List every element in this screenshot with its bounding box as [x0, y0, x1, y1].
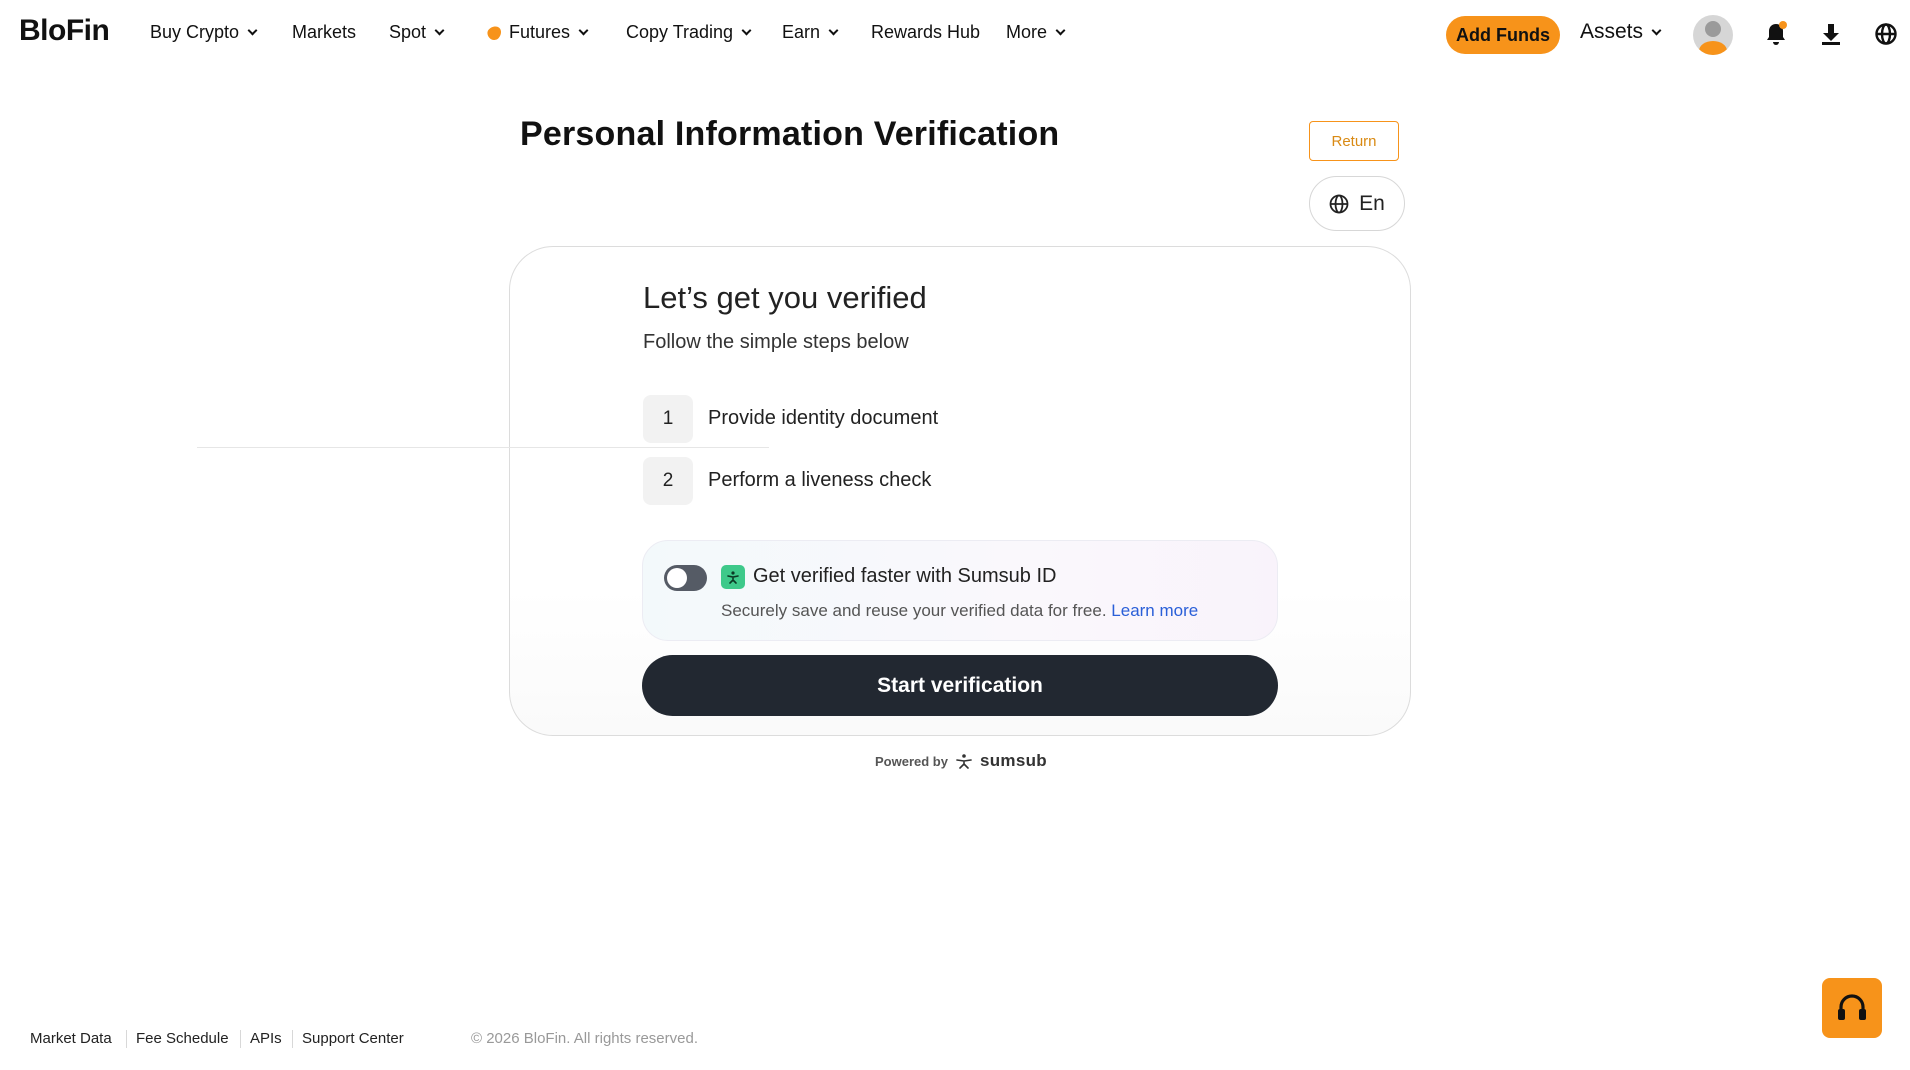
top-navigation-bar: BloFin Buy Crypto Markets Spot Futures C…	[0, 0, 1910, 66]
sumsub-id-description-text: Securely save and reuse your verified da…	[721, 601, 1107, 620]
nav-label: More	[1006, 22, 1048, 42]
sumsub-id-toggle[interactable]	[664, 565, 707, 591]
chevron-down-icon	[828, 25, 839, 36]
step-number: 2	[643, 457, 693, 505]
chevron-down-icon	[578, 25, 589, 36]
return-button[interactable]: Return	[1309, 121, 1399, 161]
nav-more[interactable]: More	[1006, 22, 1066, 43]
footer-link-apis[interactable]: APIs	[250, 1030, 282, 1047]
verification-subheading: Follow the simple steps below	[643, 331, 909, 353]
chevron-down-icon	[1651, 25, 1662, 35]
globe-icon	[1329, 194, 1349, 213]
sumsub-id-description: Securely save and reuse your verified da…	[721, 601, 1198, 621]
footer-divider	[240, 1030, 241, 1048]
chevron-down-icon	[1055, 25, 1066, 36]
step-item: 2 Perform a liveness check	[643, 457, 1279, 507]
page-title: Personal Information Verification	[520, 115, 1060, 153]
footer-link-support-center[interactable]: Support Center	[302, 1030, 404, 1047]
chevron-down-icon	[247, 25, 258, 36]
nav-earn[interactable]: Earn	[782, 22, 839, 43]
footer-link-market-data[interactable]: Market Data	[30, 1030, 112, 1047]
start-verification-button[interactable]: Start verification	[642, 655, 1278, 716]
nav-label: Spot	[389, 22, 427, 42]
sumsub-logo-icon	[956, 754, 972, 769]
powered-by-sumsub: Powered by sumsub	[875, 751, 1047, 771]
add-funds-button[interactable]: Add Funds	[1446, 16, 1560, 54]
nav-label: Copy Trading	[626, 22, 734, 42]
chevron-down-icon	[434, 25, 445, 36]
copyright-text: © 2026 BloFin. All rights reserved.	[471, 1030, 698, 1047]
nav-buy-crypto[interactable]: Buy Crypto	[150, 22, 258, 43]
customer-support-button[interactable]	[1822, 978, 1882, 1038]
nav-label: Rewards Hub	[871, 22, 981, 42]
learn-more-link[interactable]: Learn more	[1111, 601, 1198, 620]
globe-icon[interactable]	[1872, 20, 1900, 48]
footer-divider	[126, 1030, 127, 1048]
nav-rewards-hub[interactable]: Rewards Hub	[871, 22, 980, 43]
footer: Market Data Fee Schedule APIs Support Ce…	[0, 1024, 1910, 1054]
step-item: 1 Provide identity document	[643, 395, 1279, 445]
bell-icon[interactable]	[1762, 20, 1790, 48]
step-label: Perform a liveness check	[708, 469, 932, 491]
language-label: En	[1359, 191, 1385, 215]
assets-menu[interactable]: Assets	[1580, 20, 1662, 44]
assets-label: Assets	[1580, 20, 1644, 43]
powered-by-brand: sumsub	[979, 751, 1047, 770]
verification-card: Let’s get you verified Follow the simple…	[509, 246, 1411, 736]
nav-label: Futures	[509, 22, 571, 42]
avatar[interactable]	[1693, 15, 1733, 55]
fire-icon	[484, 22, 505, 43]
footer-divider	[292, 1030, 293, 1048]
nav-markets[interactable]: Markets	[292, 22, 356, 43]
nav-futures[interactable]: Futures	[484, 22, 589, 43]
step-label: Provide identity document	[708, 407, 939, 429]
nav-label: Markets	[292, 22, 357, 42]
download-icon[interactable]	[1817, 20, 1845, 48]
powered-by-label: Powered by	[875, 753, 948, 769]
nav-spot[interactable]: Spot	[389, 22, 445, 43]
nav-copy-trading[interactable]: Copy Trading	[626, 22, 752, 43]
avatar-body-shape	[1699, 41, 1727, 55]
avatar-head-shape	[1705, 21, 1721, 37]
language-selector[interactable]: En	[1309, 176, 1405, 231]
sumsub-id-title: Get verified faster with Sumsub ID	[753, 565, 1057, 587]
sumsub-id-panel: Get verified faster with Sumsub ID Secur…	[642, 540, 1278, 641]
step-divider	[197, 447, 769, 448]
verification-heading: Let’s get you verified	[643, 280, 927, 315]
toggle-knob	[667, 568, 687, 588]
blofin-logo[interactable]: BloFin	[19, 14, 110, 48]
nav-label: Buy Crypto	[150, 22, 240, 42]
step-number: 1	[643, 395, 693, 443]
footer-link-fee-schedule[interactable]: Fee Schedule	[136, 1030, 229, 1047]
sumsub-id-icon	[721, 565, 745, 589]
headset-icon	[1838, 994, 1866, 1020]
nav-label: Earn	[782, 22, 821, 42]
chevron-down-icon	[741, 25, 752, 36]
